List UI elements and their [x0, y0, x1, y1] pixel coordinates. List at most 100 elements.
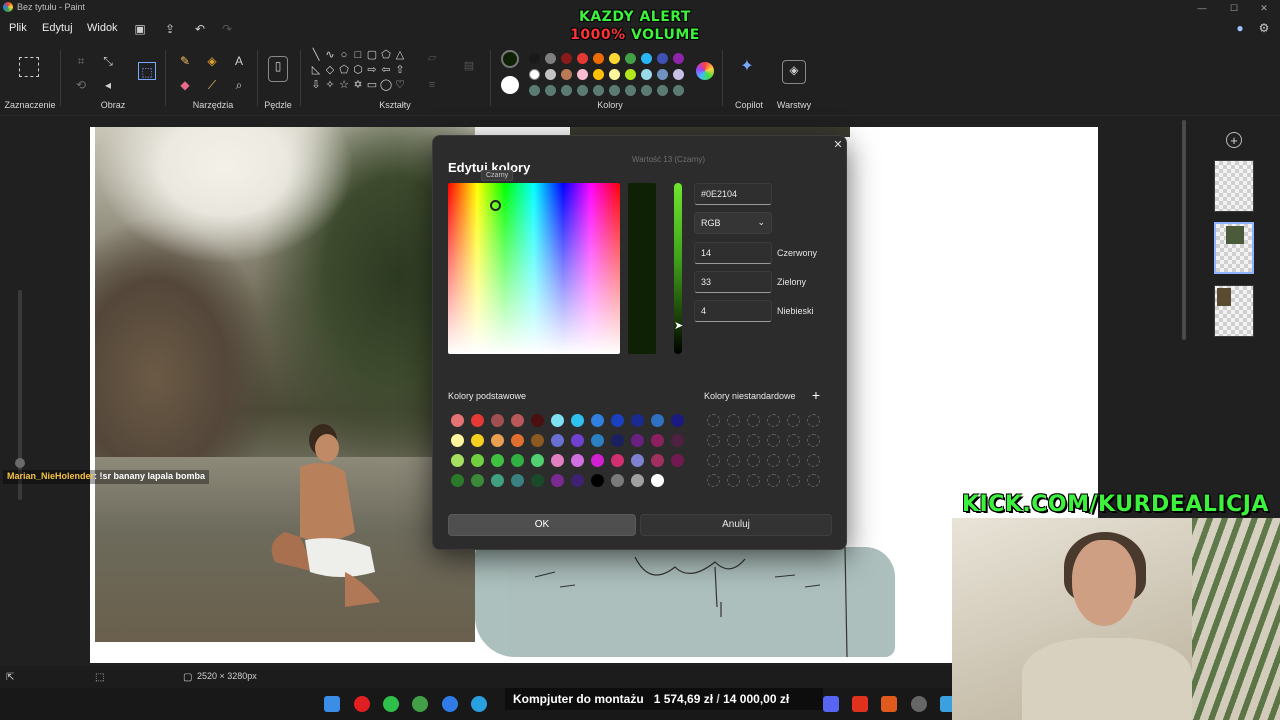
basic-color-swatch[interactable]	[611, 454, 624, 467]
zoom-slider-knob[interactable]	[15, 458, 25, 468]
rectangle-shape-icon[interactable]: □	[351, 48, 365, 62]
magnifier-icon[interactable]: ⌕	[230, 76, 248, 94]
maximize-button[interactable]: ☐	[1218, 0, 1250, 16]
palette-swatch[interactable]	[593, 85, 604, 96]
layers-icon[interactable]: ◈	[782, 60, 806, 84]
basic-color-swatch[interactable]	[451, 434, 464, 447]
menu-edit[interactable]: Edytuj	[42, 22, 73, 34]
account-icon[interactable]: ●	[1233, 21, 1247, 35]
copilot-icon[interactable]: ✦	[738, 58, 756, 76]
undo-icon[interactable]: ↶	[192, 21, 208, 37]
palette-swatch[interactable]	[577, 53, 588, 64]
pencil-icon[interactable]: ✎	[176, 52, 194, 70]
custom-color-slot[interactable]	[767, 474, 780, 487]
basic-color-swatch[interactable]	[591, 474, 604, 487]
add-layer-icon[interactable]: +	[1226, 132, 1242, 148]
palette-swatch[interactable]	[545, 69, 556, 80]
custom-color-slot[interactable]	[727, 434, 740, 447]
basic-color-swatch[interactable]	[591, 414, 604, 427]
basic-color-swatch[interactable]	[471, 454, 484, 467]
custom-color-slot[interactable]	[727, 414, 740, 427]
palette-swatch[interactable]	[625, 53, 636, 64]
basic-color-swatch[interactable]	[511, 434, 524, 447]
custom-color-slot[interactable]	[767, 454, 780, 467]
primary-color-swatch[interactable]	[501, 50, 519, 68]
palette-swatch[interactable]	[545, 85, 556, 96]
palette-swatch[interactable]	[657, 69, 668, 80]
basic-color-swatch[interactable]	[511, 414, 524, 427]
custom-color-slot[interactable]	[747, 434, 760, 447]
custom-color-slot[interactable]	[767, 434, 780, 447]
crop-icon[interactable]: ⌗	[72, 52, 90, 70]
basic-color-swatch[interactable]	[571, 474, 584, 487]
flip-icon[interactable]: ◂	[99, 76, 117, 94]
palette-swatch[interactable]	[641, 85, 652, 96]
custom-color-slot[interactable]	[707, 434, 720, 447]
basic-color-swatch[interactable]	[571, 434, 584, 447]
close-window-button[interactable]: ✕	[1248, 0, 1280, 16]
basic-color-swatch[interactable]	[471, 434, 484, 447]
basic-color-swatch[interactable]	[571, 454, 584, 467]
obs-icon[interactable]	[911, 696, 927, 712]
basic-color-swatch[interactable]	[651, 474, 664, 487]
palette-swatch[interactable]	[577, 85, 588, 96]
cancel-button[interactable]: Anuluj	[640, 514, 832, 536]
basic-color-swatch[interactable]	[451, 414, 464, 427]
basic-color-swatch[interactable]	[451, 474, 464, 487]
callout-rect-shape-icon[interactable]: ▭	[365, 78, 379, 92]
palette-swatch[interactable]	[657, 53, 668, 64]
six-point-star-shape-icon[interactable]: ✡	[351, 78, 365, 92]
basic-color-swatch[interactable]	[611, 474, 624, 487]
palette-swatch[interactable]	[673, 53, 684, 64]
palette-swatch[interactable]	[529, 53, 540, 64]
custom-color-slot[interactable]	[787, 434, 800, 447]
resize-icon[interactable]: ⤡	[99, 52, 117, 70]
shape-fill-icon[interactable]: ▤	[462, 59, 476, 73]
ok-button[interactable]: OK	[448, 514, 636, 536]
palette-swatch[interactable]	[673, 85, 684, 96]
fill-bucket-icon[interactable]: ◈	[203, 52, 221, 70]
discord-icon[interactable]	[823, 696, 839, 712]
layer-thumbnail-2[interactable]	[1214, 222, 1254, 274]
spectrum-picker-ring[interactable]	[490, 200, 501, 211]
five-point-star-shape-icon[interactable]: ☆	[337, 78, 351, 92]
basic-color-swatch[interactable]	[451, 454, 464, 467]
value-slider-cursor-icon[interactable]: ➤	[674, 321, 684, 332]
palette-swatch[interactable]	[561, 85, 572, 96]
close-icon[interactable]: ✕	[831, 138, 845, 152]
telegram-icon[interactable]	[471, 696, 487, 712]
basic-color-swatch[interactable]	[631, 454, 644, 467]
brush-icon[interactable]: ▯	[268, 56, 288, 82]
start-windows-icon[interactable]	[324, 696, 340, 712]
custom-color-slot[interactable]	[807, 414, 820, 427]
vertical-scrollbar[interactable]	[1182, 120, 1186, 340]
basic-color-swatch[interactable]	[531, 434, 544, 447]
basic-color-swatch[interactable]	[491, 454, 504, 467]
basic-color-swatch[interactable]	[551, 414, 564, 427]
messenger-icon[interactable]	[442, 696, 458, 712]
palette-swatch[interactable]	[561, 69, 572, 80]
text-tool-icon[interactable]: A	[230, 52, 248, 70]
palette-swatch[interactable]	[529, 85, 540, 96]
blue-input[interactable]: 4	[694, 300, 772, 322]
custom-color-slot[interactable]	[707, 454, 720, 467]
custom-color-slot[interactable]	[707, 414, 720, 427]
basic-color-swatch[interactable]	[651, 454, 664, 467]
basic-color-swatch[interactable]	[511, 454, 524, 467]
app-icon-orange[interactable]	[881, 696, 897, 712]
color-picker-icon[interactable]: ⟋	[203, 76, 221, 94]
oval-shape-icon[interactable]: ○	[337, 48, 351, 62]
basic-color-swatch[interactable]	[531, 454, 544, 467]
custom-color-slot[interactable]	[787, 454, 800, 467]
down-arrow-shape-icon[interactable]: ⇩	[309, 78, 323, 92]
triangle-shape-icon[interactable]: △	[393, 48, 407, 62]
palette-swatch[interactable]	[673, 69, 684, 80]
palette-swatch[interactable]	[529, 69, 540, 80]
edit-colors-wheel-icon[interactable]	[696, 62, 714, 80]
basic-color-swatch[interactable]	[671, 454, 684, 467]
four-point-star-shape-icon[interactable]: ✧	[323, 78, 337, 92]
image-select-icon[interactable]: ⬚	[138, 62, 156, 80]
selection-rect-icon[interactable]	[19, 57, 39, 77]
shape-size-icon[interactable]: ≡	[425, 78, 439, 92]
basic-color-swatch[interactable]	[671, 414, 684, 427]
